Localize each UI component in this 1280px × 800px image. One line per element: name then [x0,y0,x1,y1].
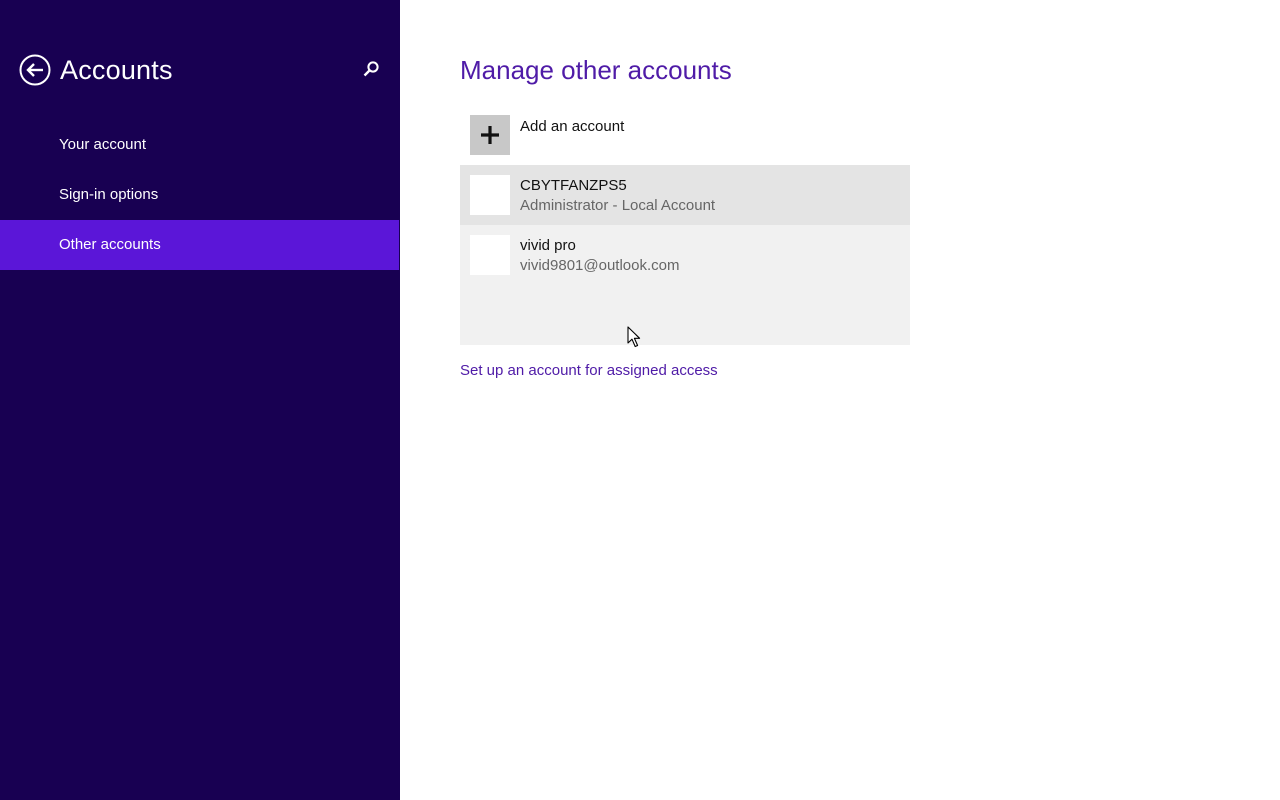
assigned-access-link[interactable]: Set up an account for assigned access [460,361,718,381]
sidebar-item-label: Sign-in options [59,186,159,203]
sidebar-item-your-account[interactable]: Your account [0,120,399,170]
account-row[interactable]: CBYTFANZPS5 Administrator - Local Accoun… [460,165,910,225]
search-button[interactable] [360,59,382,81]
accounts-list: CBYTFANZPS5 Administrator - Local Accoun… [460,165,910,345]
main-content: Manage other accounts Add an account CBY… [400,0,1280,800]
sidebar-title: Accounts [60,55,173,85]
add-account-label: Add an account [520,118,625,135]
account-detail: Administrator - Local Account [520,197,716,214]
account-detail: vivid9801@outlook.com [520,257,680,274]
account-row[interactable]: vivid pro vivid9801@outlook.com [460,225,910,285]
sidebar-item-sign-in-options[interactable]: Sign-in options [0,170,399,220]
add-account-tile [470,115,510,155]
avatar [470,175,510,215]
add-account-button[interactable]: Add an account [470,115,790,155]
back-arrow-icon [19,54,51,86]
sidebar-item-label: Other accounts [59,236,161,253]
settings-window: Accounts Your account Sign-in options Ot… [0,0,1280,800]
account-name: CBYTFANZPS5 [520,177,627,194]
sidebar: Accounts Your account Sign-in options Ot… [0,0,400,800]
search-icon [363,61,379,77]
back-button[interactable] [19,54,51,86]
avatar [470,235,510,275]
plus-icon [481,126,499,144]
page-title: Manage other accounts [460,55,732,85]
sidebar-item-other-accounts[interactable]: Other accounts [0,220,399,270]
sidebar-item-label: Your account [59,136,147,153]
account-name: vivid pro [520,237,576,254]
